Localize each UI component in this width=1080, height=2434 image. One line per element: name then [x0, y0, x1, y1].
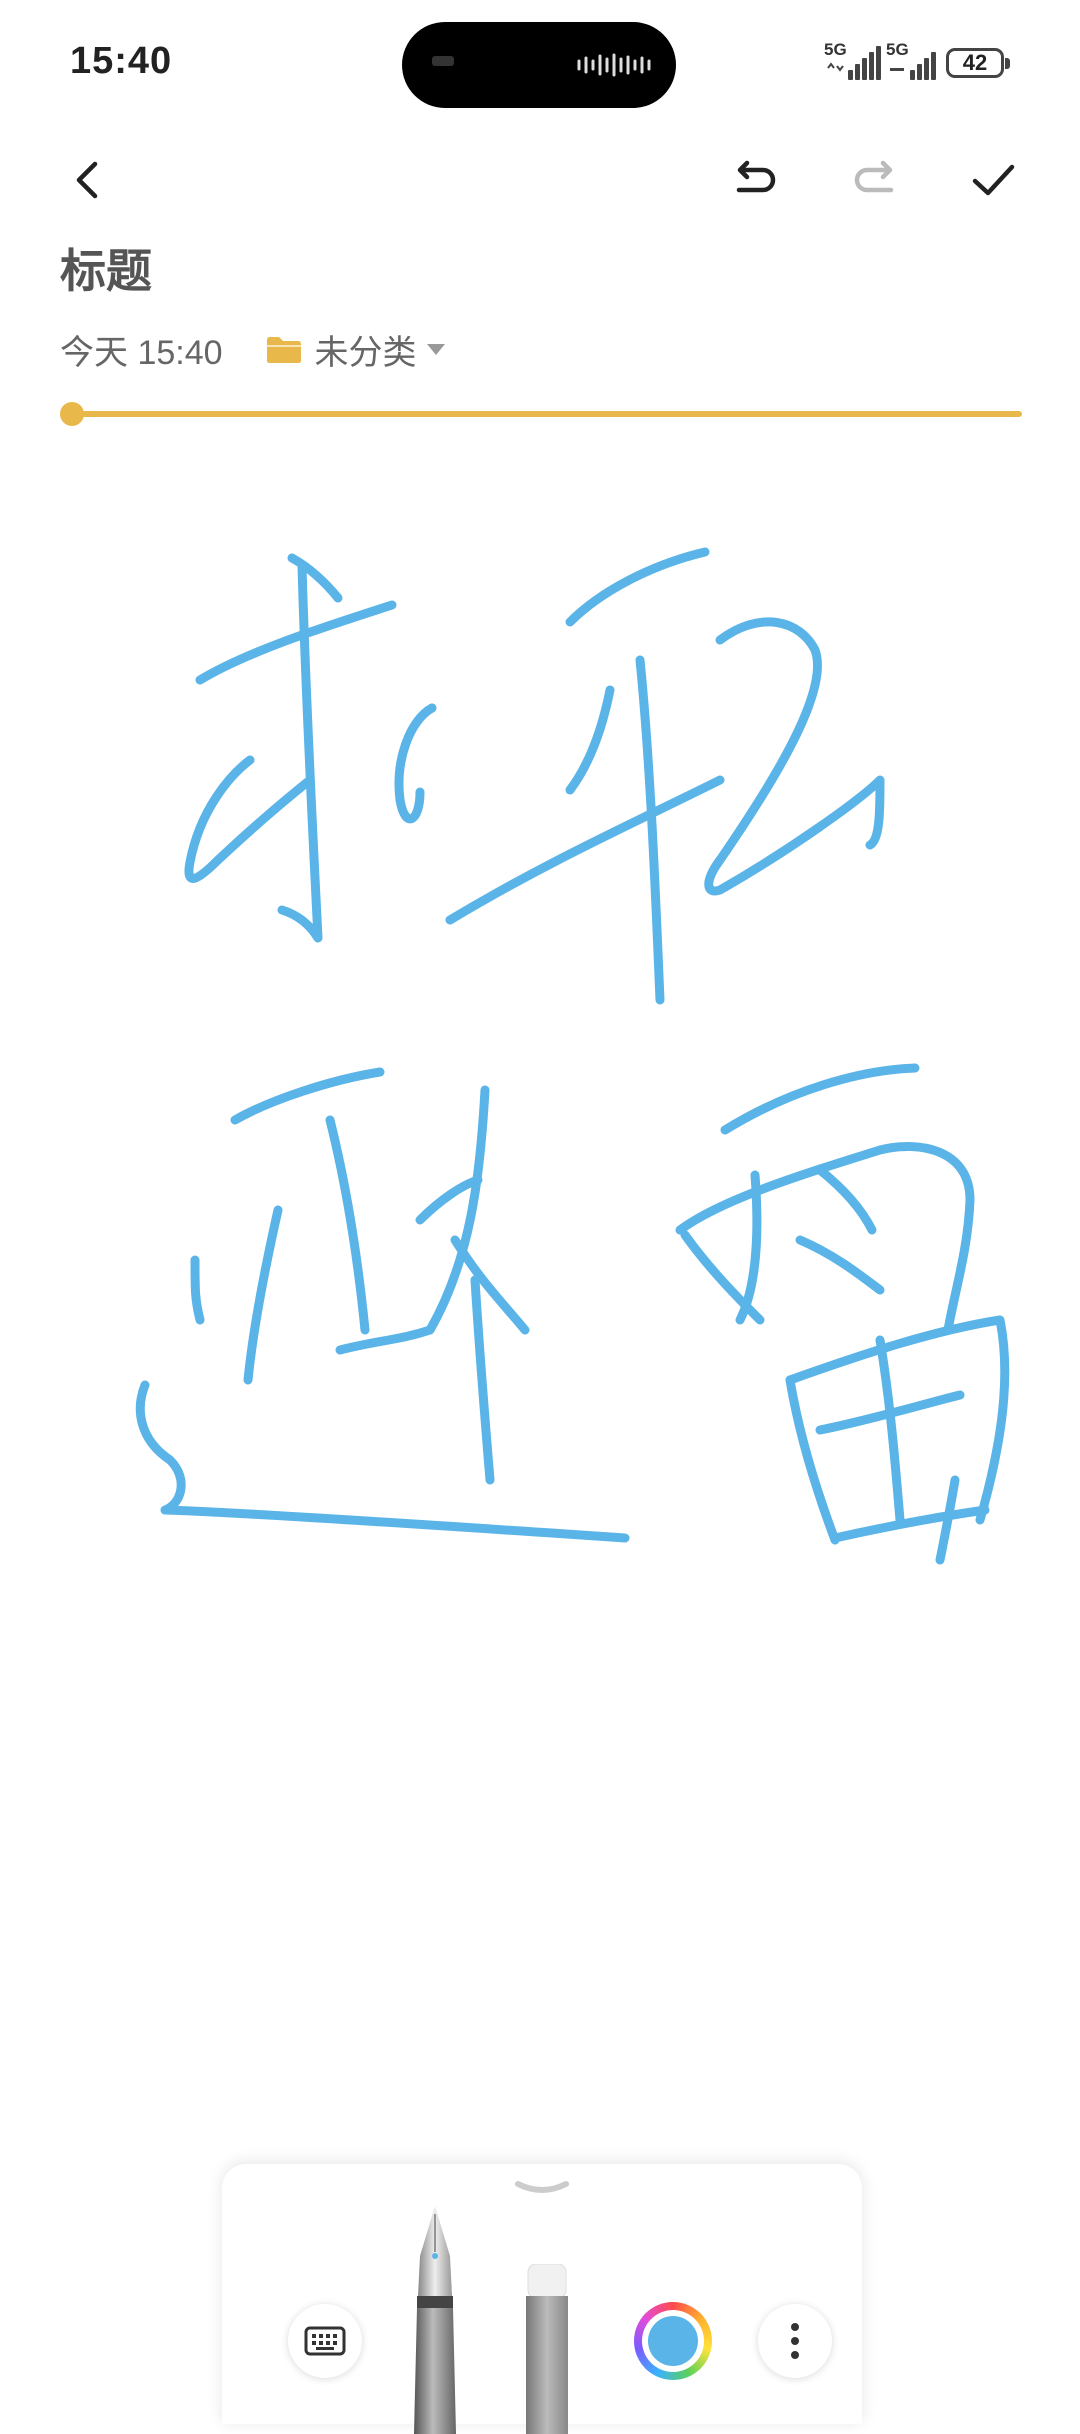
collapse-handle-icon[interactable] — [512, 2178, 572, 2198]
stroke-lei-11 — [830, 1505, 990, 1543]
color-picker-button[interactable] — [634, 2302, 712, 2380]
fountain-pen-icon[interactable] — [400, 2204, 470, 2434]
stroke-bi-6 — [450, 1235, 530, 1335]
stroke-zhi-1 — [565, 547, 710, 627]
chevron-left-icon — [76, 161, 98, 199]
stroke-lei-6 — [795, 1235, 885, 1295]
redo-button[interactable] — [840, 145, 910, 215]
signal-icon-2: 5G — [886, 40, 948, 82]
pen-tool-panel — [222, 2164, 862, 2434]
stroke-zhi-3 — [565, 685, 615, 795]
stroke-zhi-5 — [704, 617, 885, 896]
folder-icon — [266, 336, 301, 363]
status-bar: 15:40 5G 5G 42 — [0, 0, 1080, 130]
folder-label: 未分类 — [314, 334, 417, 372]
stroke-bi-3 — [243, 1205, 283, 1385]
stroke-lei-10 — [875, 1335, 905, 1525]
check-icon — [972, 164, 1015, 196]
playback-knob[interactable] — [60, 402, 84, 426]
note-date: 今天 15:40 — [60, 334, 223, 372]
save-button[interactable] — [958, 145, 1028, 215]
stroke-bi-7 — [470, 1275, 495, 1485]
note-meta: 今天 15:40 未分类 — [60, 325, 445, 374]
note-title[interactable]: 标题 — [60, 235, 152, 301]
stroke-lei-5 — [815, 1165, 877, 1235]
folder-selector[interactable]: 未分类 — [265, 325, 445, 374]
stroke-qiu-5 — [394, 703, 437, 824]
stroke-qiu-1 — [195, 600, 397, 685]
stroke-qiu-3 — [277, 560, 323, 943]
redo-icon — [854, 160, 894, 193]
keyboard-icon — [304, 2326, 346, 2356]
camera-dot — [432, 56, 454, 66]
stroke-bi-4 — [325, 1115, 370, 1335]
stroke-lei-1 — [720, 1063, 920, 1135]
more-options-button[interactable] — [758, 2304, 832, 2378]
marker-icon[interactable] — [522, 2264, 572, 2434]
stroke-bi-8 — [190, 1255, 205, 1325]
keyboard-button[interactable] — [288, 2304, 362, 2378]
current-color-swatch — [648, 2316, 698, 2366]
stroke-zhi-2 — [635, 655, 665, 1005]
undo-button[interactable] — [720, 145, 790, 215]
stroke-qiu-4 — [184, 755, 315, 883]
undo-icon — [736, 160, 776, 193]
audio-wave-icon — [577, 53, 651, 77]
battery-indicator: 42 — [946, 48, 1010, 78]
stroke-zhi-4 — [445, 775, 725, 925]
playback-track[interactable] — [72, 411, 1022, 417]
status-time: 15:40 — [70, 40, 173, 82]
more-vertical-icon — [791, 2323, 799, 2359]
signal-icon-1: 5G — [824, 40, 886, 82]
back-button[interactable] — [54, 145, 124, 215]
stroke-bi-1 — [230, 1067, 385, 1125]
caret-down-icon — [426, 344, 445, 355]
handwriting-canvas[interactable] — [0, 500, 1080, 1600]
dynamic-island — [402, 22, 676, 108]
stroke-bi-9 — [135, 1380, 630, 1543]
color-picker-inner — [642, 2310, 704, 2372]
stroke-lei-8 — [785, 1375, 840, 1545]
